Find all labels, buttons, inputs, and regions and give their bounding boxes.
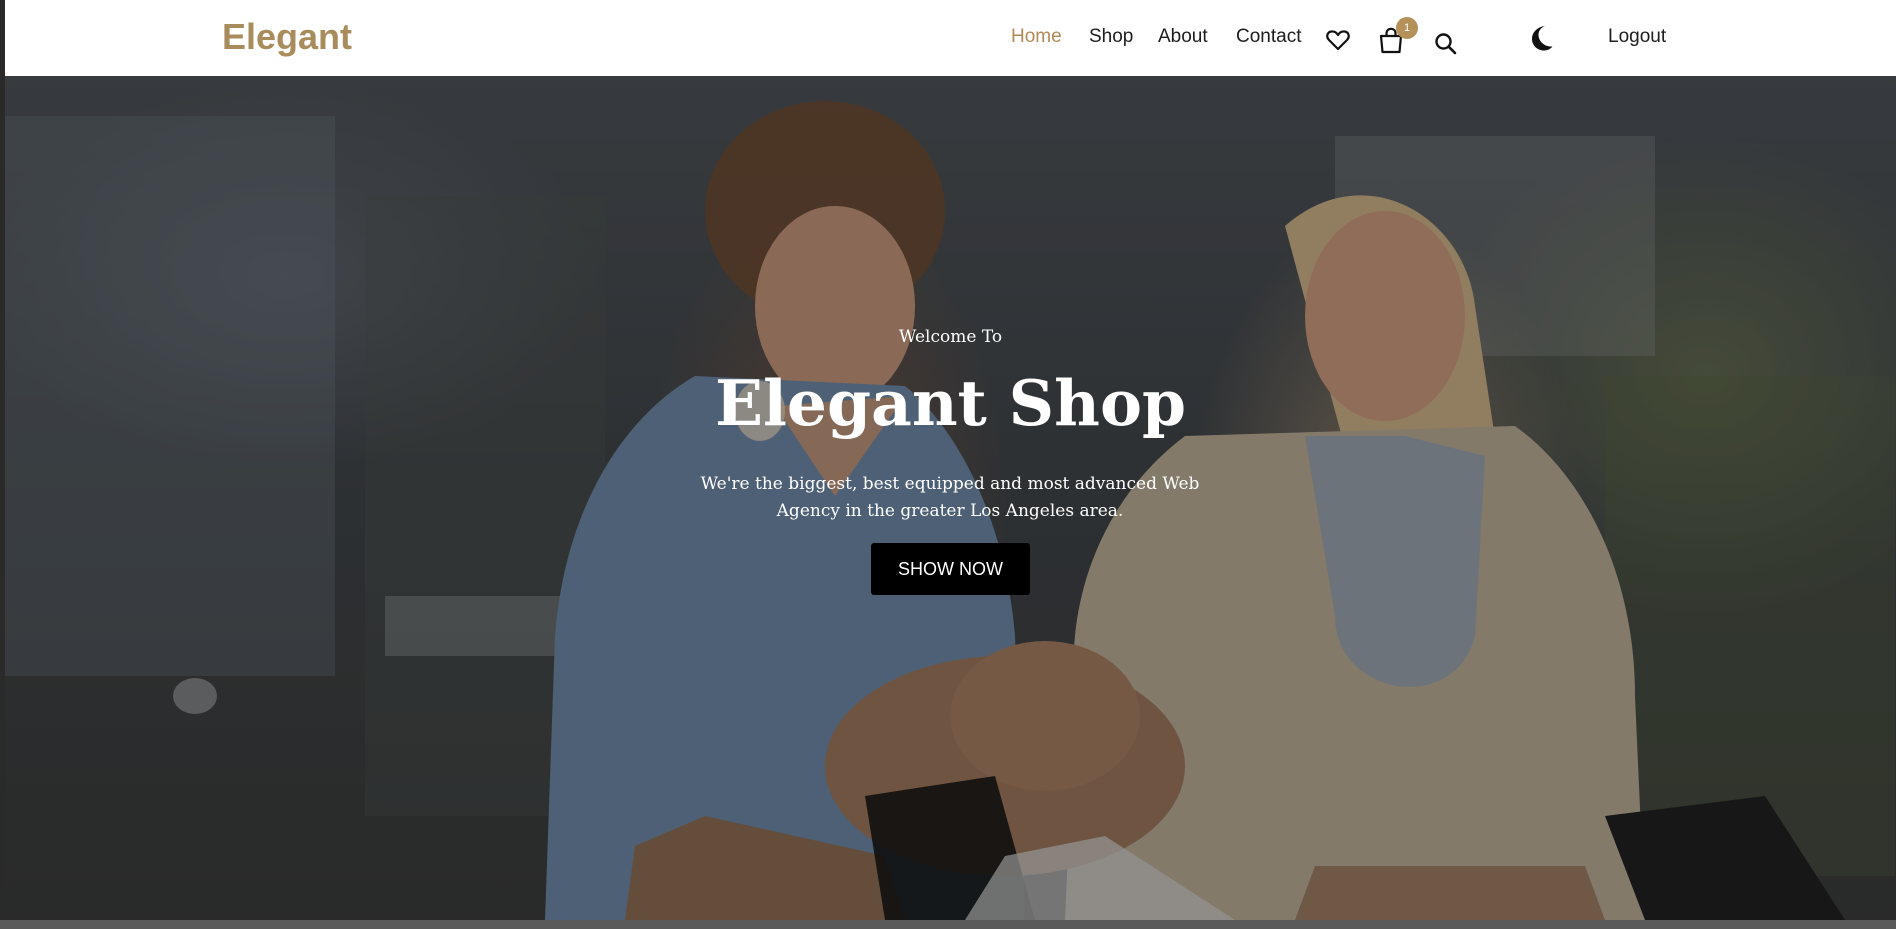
nav-link-home[interactable]: Home [1011,26,1062,48]
window-bottom-edge [0,920,1896,929]
nav-link-contact[interactable]: Contact [1236,26,1301,48]
nav-link-shop[interactable]: Shop [1089,26,1133,48]
hero-kicker: Welcome To [898,327,1003,347]
hero-banner: Welcome To Elegant Shop We're the bigges… [5,76,1896,920]
hero-title: Elegant Shop [714,366,1187,440]
search-icon[interactable] [1434,32,1457,60]
nav-link-about[interactable]: About [1158,26,1208,48]
top-navbar: Elegant Home Shop About Contact Logout 1 [5,0,1896,76]
cart-count-badge: 1 [1396,17,1418,39]
dark-mode-moon-icon[interactable] [1528,24,1554,57]
brand-logo[interactable]: Elegant [222,16,352,58]
heart-icon[interactable] [1326,29,1350,56]
show-now-button[interactable]: SHOW NOW [871,543,1030,595]
hero-description: We're the biggest, best equipped and mos… [700,474,1200,521]
logout-link[interactable]: Logout [1608,26,1666,48]
